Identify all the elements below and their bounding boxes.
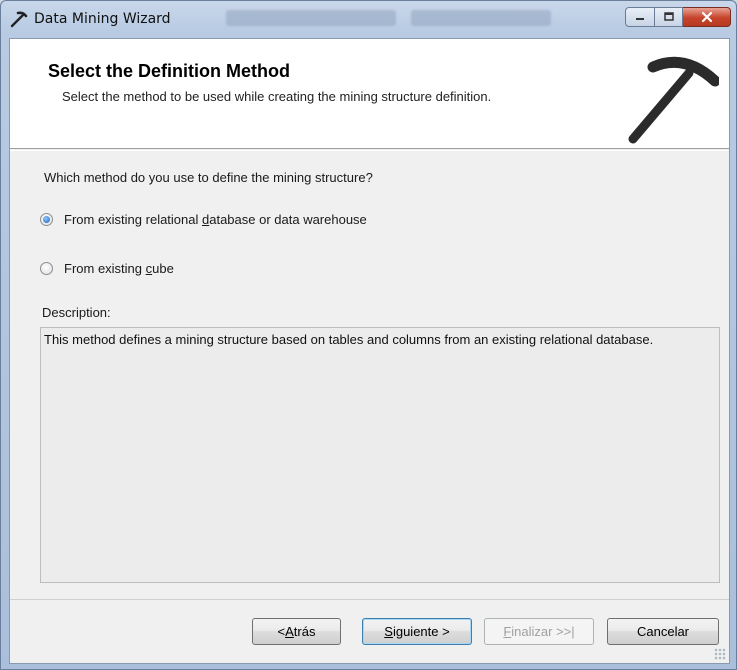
close-button[interactable]	[683, 7, 731, 27]
button-accesskey: F	[503, 624, 512, 639]
background-tab-ghost	[226, 10, 396, 26]
button-label: iguiente >	[392, 624, 450, 639]
back-button[interactable]: < Atrás	[252, 618, 341, 645]
footer-divider	[10, 599, 729, 600]
button-label: inalizar >>|	[511, 624, 575, 639]
finish-button[interactable]: Finalizar >>|	[484, 618, 594, 645]
title-bar[interactable]: Data Mining Wizard	[1, 1, 737, 39]
option-label-text: atabase or data warehouse	[209, 212, 367, 227]
maximize-icon	[663, 12, 674, 21]
wizard-header: Select the Definition Method Select the …	[10, 39, 729, 149]
window-controls	[625, 7, 731, 27]
minimize-button[interactable]	[625, 7, 655, 27]
resize-grip[interactable]	[714, 648, 726, 660]
description-box: This method defines a mining structure b…	[40, 327, 720, 583]
minimize-icon	[636, 18, 644, 20]
maximize-button[interactable]	[655, 7, 683, 27]
option-relational-database[interactable]: From existing relational database or dat…	[40, 212, 367, 227]
header-divider	[10, 150, 729, 151]
background-tab-ghost	[411, 10, 551, 26]
window-frame: Data Mining Wizard Select the Definition…	[0, 0, 737, 670]
radio-selected-dot	[43, 216, 50, 223]
page-subtitle: Select the method to be used while creat…	[62, 89, 492, 104]
wizard-client-area: Select the Definition Method Select the …	[9, 38, 730, 664]
option-label: From existing cube	[64, 261, 174, 276]
option-label-text: From existing	[64, 261, 146, 276]
pickaxe-icon	[10, 11, 28, 28]
radio-button[interactable]	[40, 213, 53, 226]
cancel-button[interactable]: Cancelar	[607, 618, 719, 645]
button-label: trás	[293, 624, 316, 639]
radio-button[interactable]	[40, 262, 53, 275]
option-label-text: ube	[152, 261, 174, 276]
option-label-text: From existing relational	[64, 212, 202, 227]
option-label: From existing relational database or dat…	[64, 212, 367, 227]
next-button[interactable]: Siguiente >	[362, 618, 472, 645]
button-accesskey: S	[384, 624, 393, 639]
description-label: Description:	[42, 305, 111, 320]
window-title: Data Mining Wizard	[34, 11, 171, 27]
option-cube[interactable]: From existing cube	[40, 261, 174, 276]
page-title: Select the Definition Method	[48, 61, 291, 81]
close-icon	[701, 11, 712, 23]
button-accesskey: A	[285, 624, 294, 639]
pickaxe-logo-icon	[628, 56, 719, 144]
question-label: Which method do you use to define the mi…	[44, 170, 373, 185]
button-label: <	[277, 624, 286, 639]
